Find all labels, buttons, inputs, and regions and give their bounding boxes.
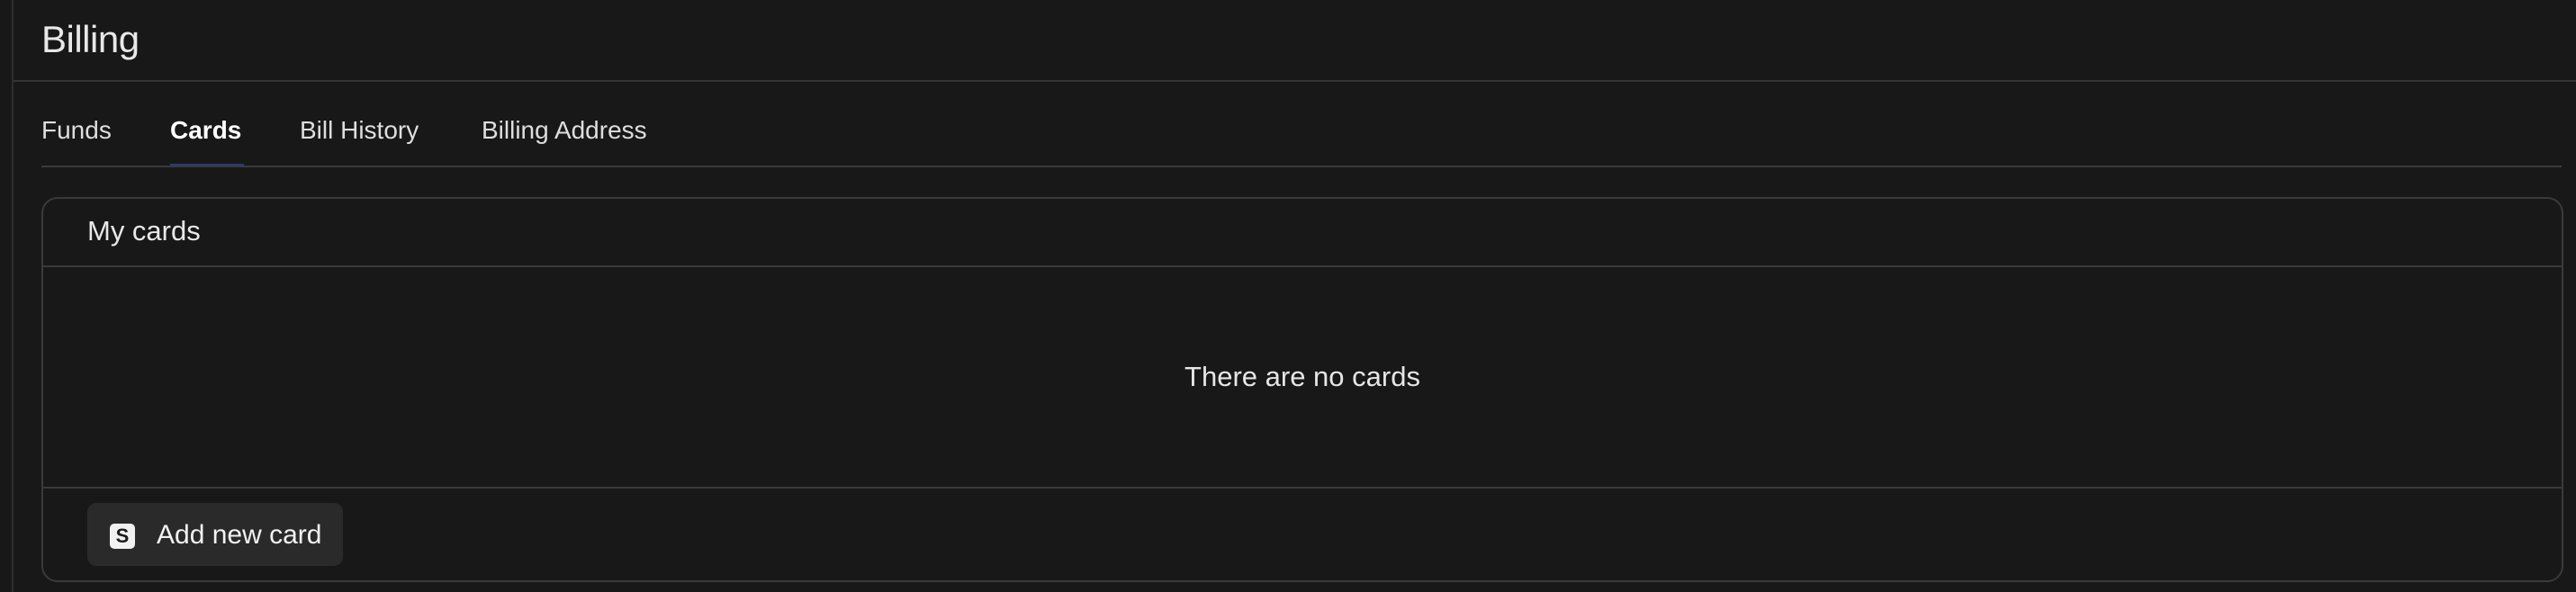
tab-funds[interactable]: Funds (41, 116, 112, 145)
active-tab-indicator (170, 164, 244, 166)
tab-cards[interactable]: Cards (170, 116, 241, 145)
billing-tabs: Funds Cards Bill History Billing Address (41, 104, 2562, 167)
left-divider (12, 0, 14, 592)
stripe-s-icon: S (110, 524, 135, 549)
add-new-card-button[interactable]: S Add new card (87, 503, 343, 566)
panel-header: My cards (43, 199, 2562, 267)
page-header: Billing (14, 0, 2576, 82)
page-title: Billing (41, 18, 140, 60)
panel-title: My cards (87, 215, 201, 247)
tab-bill-history[interactable]: Bill History (300, 116, 419, 145)
panel-footer: S Add new card (43, 487, 2562, 582)
my-cards-panel: My cards There are no cards S Add new ca… (41, 197, 2563, 582)
empty-state-message: There are no cards (1184, 361, 1420, 392)
tab-billing-address[interactable]: Billing Address (482, 116, 647, 145)
add-new-card-label: Add new card (157, 520, 322, 550)
